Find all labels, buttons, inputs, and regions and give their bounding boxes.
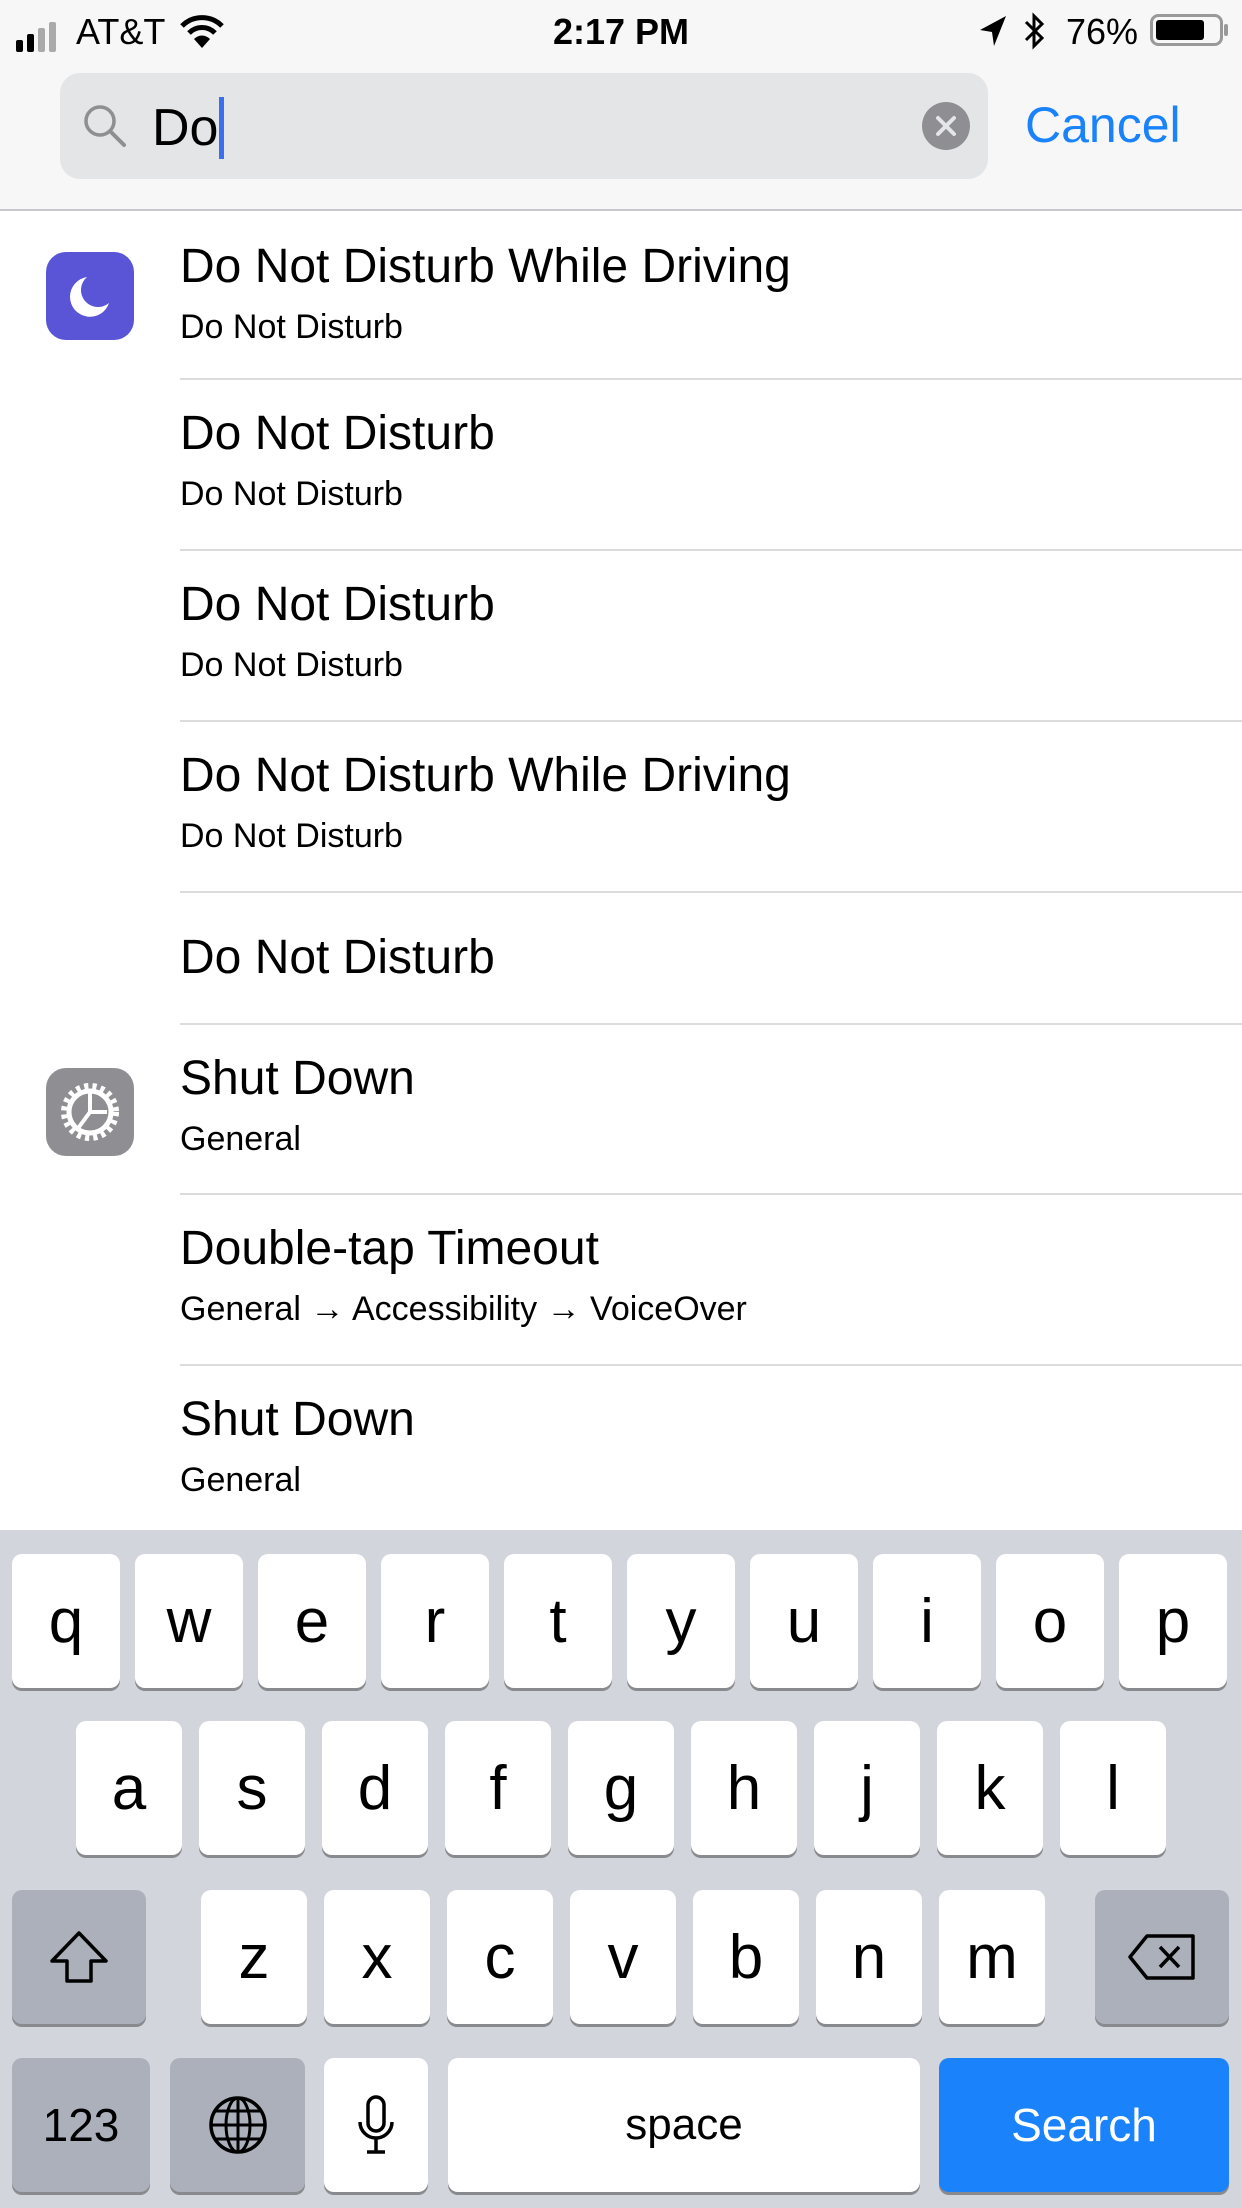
result-row[interactable]: Do Not Disturb Do Not Disturb bbox=[0, 551, 1242, 722]
search-key[interactable]: Search bbox=[939, 2058, 1229, 2192]
key-v[interactable]: v bbox=[570, 1890, 676, 2024]
result-title: Shut Down bbox=[180, 1393, 415, 1446]
shift-key[interactable] bbox=[12, 1890, 146, 2024]
key-n[interactable]: n bbox=[816, 1890, 922, 2024]
result-subtitle: Do Not Disturb bbox=[180, 646, 403, 684]
search-icon bbox=[82, 103, 128, 154]
delete-key[interactable] bbox=[1095, 1890, 1229, 2024]
result-row[interactable]: Do Not Disturb While Driving Do Not Dist… bbox=[0, 722, 1242, 893]
search-query: Do bbox=[152, 99, 219, 157]
result-subtitle: General bbox=[180, 1461, 301, 1499]
key-g[interactable]: g bbox=[568, 1721, 674, 1855]
result-subtitle: Do Not Disturb bbox=[180, 817, 403, 855]
battery-icon bbox=[1150, 14, 1230, 51]
search-input[interactable]: Do bbox=[60, 73, 988, 179]
result-title: Do Not Disturb While Driving bbox=[180, 749, 791, 802]
text-cursor bbox=[219, 97, 225, 159]
search-header: AT&T 2:17 PM 76% Do Cancel bbox=[0, 0, 1242, 211]
key-s[interactable]: s bbox=[199, 1721, 305, 1855]
cancel-button[interactable]: Cancel bbox=[1025, 96, 1181, 154]
key-l[interactable]: l bbox=[1060, 1721, 1166, 1855]
result-row[interactable]: Do Not Disturb Do Not Disturb bbox=[0, 380, 1242, 551]
key-w[interactable]: w bbox=[135, 1554, 243, 1688]
key-j[interactable]: j bbox=[814, 1721, 920, 1855]
clear-search-button[interactable] bbox=[922, 102, 970, 150]
key-o[interactable]: o bbox=[996, 1554, 1104, 1688]
result-row[interactable]: Do Not Disturb While Driving Do Not Dist… bbox=[0, 213, 1242, 380]
space-key[interactable]: space bbox=[448, 2058, 920, 2192]
result-title: Double-tap Timeout bbox=[180, 1222, 599, 1275]
location-icon bbox=[978, 14, 1008, 53]
key-f[interactable]: f bbox=[445, 1721, 551, 1855]
key-i[interactable]: i bbox=[873, 1554, 981, 1688]
result-subtitle: Do Not Disturb bbox=[180, 308, 403, 346]
key-d[interactable]: d bbox=[322, 1721, 428, 1855]
result-title: Do Not Disturb bbox=[180, 407, 495, 460]
result-title: Shut Down bbox=[180, 1052, 415, 1105]
key-z[interactable]: z bbox=[201, 1890, 307, 2024]
result-title: Do Not Disturb bbox=[180, 578, 495, 631]
key-a[interactable]: a bbox=[76, 1721, 182, 1855]
microphone-icon bbox=[358, 2095, 394, 2154]
result-title: Do Not Disturb While Driving bbox=[180, 240, 791, 293]
key-k[interactable]: k bbox=[937, 1721, 1043, 1855]
result-subtitle: General → Accessibility → VoiceOver bbox=[180, 1290, 747, 1328]
result-row[interactable]: Double-tap Timeout General → Accessibili… bbox=[0, 1195, 1242, 1366]
result-subtitle: Do Not Disturb bbox=[180, 475, 403, 513]
key-h[interactable]: h bbox=[691, 1721, 797, 1855]
moon-icon bbox=[46, 252, 134, 340]
result-row[interactable]: Shut Down General bbox=[0, 1366, 1242, 1530]
key-t[interactable]: t bbox=[504, 1554, 612, 1688]
dictation-key[interactable] bbox=[324, 2058, 428, 2192]
key-u[interactable]: u bbox=[750, 1554, 858, 1688]
gear-icon bbox=[46, 1068, 134, 1156]
close-icon bbox=[936, 116, 956, 136]
result-subtitle: General bbox=[180, 1120, 301, 1158]
delete-icon bbox=[1128, 1934, 1195, 1980]
key-c[interactable]: c bbox=[447, 1890, 553, 2024]
result-title: Do Not Disturb bbox=[180, 931, 495, 984]
key-e[interactable]: e bbox=[258, 1554, 366, 1688]
clock: 2:17 PM bbox=[552, 11, 690, 52]
key-m[interactable]: m bbox=[939, 1890, 1045, 2024]
numbers-key[interactable]: 123 bbox=[12, 2058, 150, 2192]
result-row[interactable]: Do Not Disturb bbox=[0, 893, 1242, 1025]
bluetooth-icon bbox=[1022, 12, 1046, 55]
key-y[interactable]: y bbox=[627, 1554, 735, 1688]
key-p[interactable]: p bbox=[1119, 1554, 1227, 1688]
key-q[interactable]: q bbox=[12, 1554, 120, 1688]
key-x[interactable]: x bbox=[324, 1890, 430, 2024]
globe-icon bbox=[208, 2096, 267, 2154]
key-b[interactable]: b bbox=[693, 1890, 799, 2024]
key-r[interactable]: r bbox=[381, 1554, 489, 1688]
shift-icon bbox=[50, 1931, 108, 1983]
result-row[interactable]: Shut Down General bbox=[0, 1025, 1242, 1195]
globe-key[interactable] bbox=[170, 2058, 305, 2192]
battery-percent: 76% bbox=[1066, 11, 1139, 52]
